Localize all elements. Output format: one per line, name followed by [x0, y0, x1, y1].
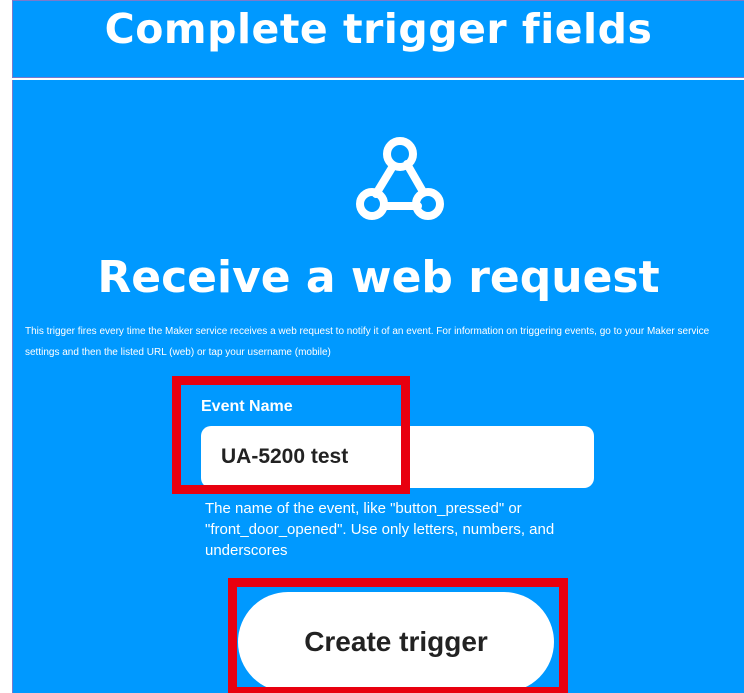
event-name-label: Event Name [201, 398, 293, 415]
event-name-input[interactable] [201, 426, 594, 488]
create-trigger-button[interactable]: Create trigger [238, 592, 554, 692]
trigger-page: Complete trigger fields Receive a web re… [0, 0, 744, 693]
event-name-help: The name of the event, like "button_pres… [205, 500, 555, 559]
page-title: Complete trigger fields [104, 5, 653, 53]
left-margin [0, 0, 12, 693]
service-title: Receive a web request [97, 252, 660, 303]
trigger-form-panel: Receive a web request This trigger fires… [12, 80, 744, 693]
webhooks-icon [356, 137, 444, 220]
header-bar: Complete trigger fields [12, 0, 744, 78]
service-description: This trigger fires every time the Maker … [25, 326, 710, 358]
